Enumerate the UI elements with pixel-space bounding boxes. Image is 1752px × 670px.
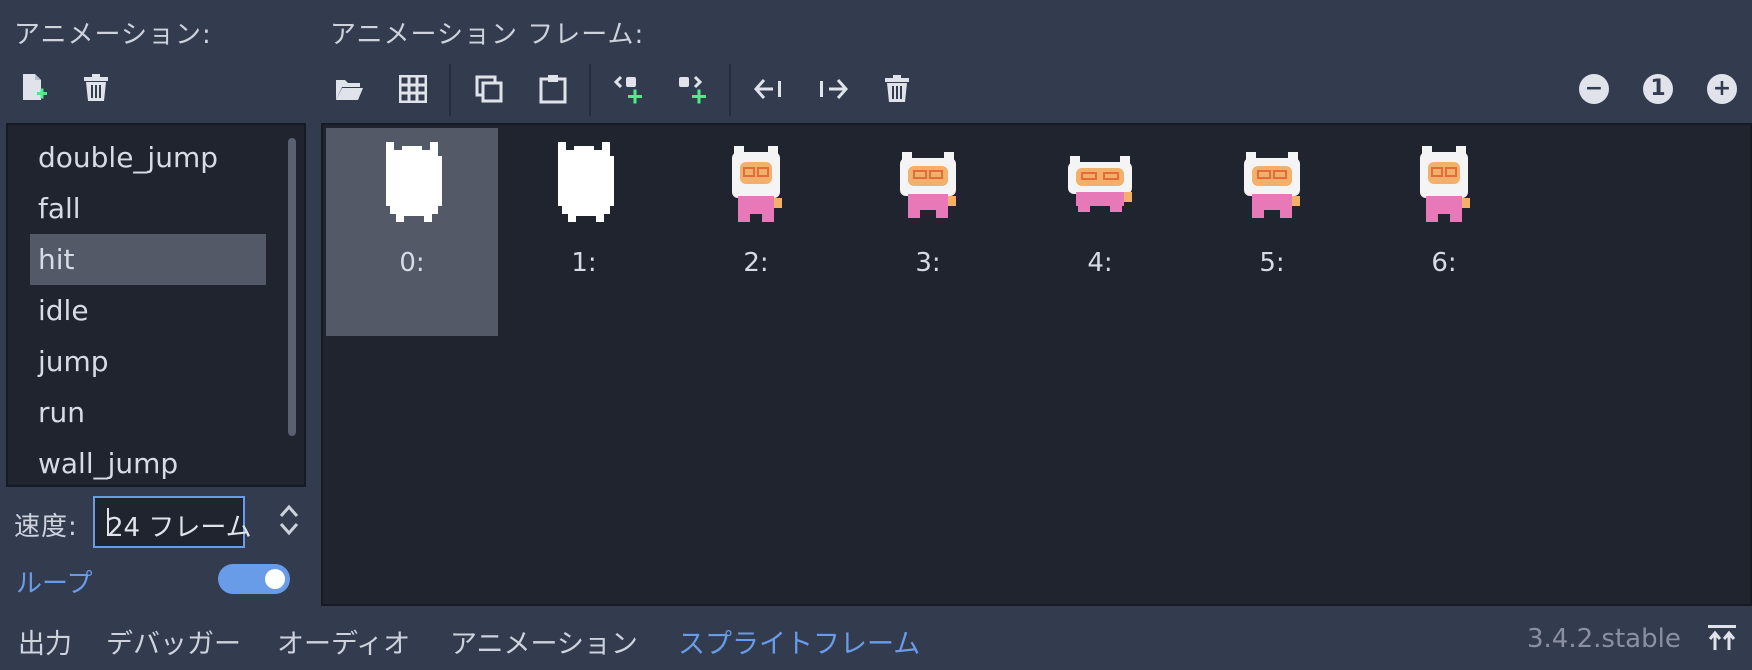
animation-item-idle[interactable]: idle: [30, 285, 266, 336]
character-sprite-icon: [1420, 146, 1470, 222]
trash-icon: [84, 74, 108, 101]
expand-up-icon: [1708, 625, 1736, 650]
toolbar-separator: [729, 64, 731, 116]
frame-label: 4:: [1087, 248, 1113, 278]
expand-panel-button[interactable]: [1706, 622, 1738, 654]
tab-animation[interactable]: アニメーション: [450, 622, 638, 661]
tab-debugger[interactable]: デバッガー: [106, 622, 241, 661]
toolbar-separator: [589, 64, 591, 116]
animation-list-scrollbar[interactable]: [288, 138, 296, 436]
animation-item-wall-jump[interactable]: wall_jump: [30, 438, 266, 489]
animations-title: アニメーション:: [14, 20, 212, 50]
tab-audio[interactable]: オーディオ: [277, 622, 410, 661]
frame-item[interactable]: 6:: [1358, 128, 1530, 336]
animation-item-double-jump[interactable]: double_jump: [30, 132, 266, 183]
speed-value: 24 フレーム: [107, 513, 252, 543]
frame-label: 6:: [1431, 248, 1457, 278]
new-file-icon: [23, 74, 47, 100]
move-right-icon: [820, 79, 849, 99]
frames-title: アニメーション フレーム:: [330, 20, 645, 50]
frame-label: 0:: [399, 248, 425, 278]
frame-label: 1:: [571, 248, 597, 278]
frame-item[interactable]: 3:: [842, 128, 1014, 336]
load-frames-button[interactable]: [329, 69, 369, 109]
frame-label: 2:: [743, 248, 769, 278]
frame-item[interactable]: 5:: [1186, 128, 1358, 336]
new-animation-button[interactable]: [14, 68, 54, 108]
toolbar-separator: [449, 64, 451, 116]
insert-after-button[interactable]: [673, 69, 713, 109]
animation-item-fall[interactable]: fall: [30, 183, 266, 234]
speed-input[interactable]: 24 フレーム: [93, 496, 252, 548]
zoom-reset-button[interactable]: 1: [1643, 74, 1673, 104]
animation-item-hit[interactable]: hit: [30, 234, 266, 285]
character-sprite-icon: [1068, 156, 1132, 212]
character-sprite-icon: [732, 146, 782, 222]
grid-icon: [399, 75, 427, 103]
frame-label: 3:: [915, 248, 941, 278]
character-sprite-icon: [900, 152, 956, 218]
delete-frame-button[interactable]: [877, 69, 917, 109]
insert-after-icon: [679, 75, 706, 104]
move-left-button[interactable]: [749, 69, 789, 109]
character-sprite-icon: [1244, 152, 1300, 218]
folder-open-icon: [336, 80, 363, 100]
copy-icon: [475, 75, 503, 103]
animation-item-jump[interactable]: jump: [30, 336, 266, 387]
zoom-out-button[interactable]: −: [1579, 74, 1609, 104]
toggle-knob: [265, 569, 285, 589]
white-silhouette-icon: [386, 142, 442, 222]
insert-before-button[interactable]: [609, 69, 649, 109]
loop-toggle[interactable]: [218, 564, 290, 594]
tab-sprite-frames[interactable]: スプライトフレーム: [678, 622, 920, 661]
frame-item[interactable]: 4:: [1014, 128, 1186, 336]
frame-item[interactable]: 2:: [670, 128, 842, 336]
tab-output[interactable]: 出力: [18, 622, 72, 661]
copy-frame-button[interactable]: [469, 69, 509, 109]
frame-label: 5:: [1259, 248, 1285, 278]
white-silhouette-icon: [558, 142, 614, 222]
speed-spinner[interactable]: [276, 502, 302, 538]
version-label: 3.4.2.stable: [1527, 624, 1681, 654]
animation-item-run[interactable]: run: [30, 387, 266, 438]
insert-before-icon: [613, 75, 642, 104]
speed-label: 速度:: [14, 512, 78, 542]
frame-item[interactable]: 0:: [326, 128, 498, 336]
paste-frame-button[interactable]: [533, 69, 573, 109]
delete-animation-button[interactable]: [76, 68, 116, 108]
frame-item[interactable]: 1:: [498, 128, 670, 336]
up-down-arrows-icon: [279, 504, 299, 536]
move-right-button[interactable]: [813, 69, 853, 109]
trash-icon: [885, 75, 909, 102]
paste-icon: [539, 75, 567, 104]
loop-label: ループ: [16, 569, 93, 599]
add-from-sheet-button[interactable]: [393, 69, 433, 109]
move-left-icon: [753, 79, 781, 99]
zoom-in-button[interactable]: +: [1707, 74, 1737, 104]
